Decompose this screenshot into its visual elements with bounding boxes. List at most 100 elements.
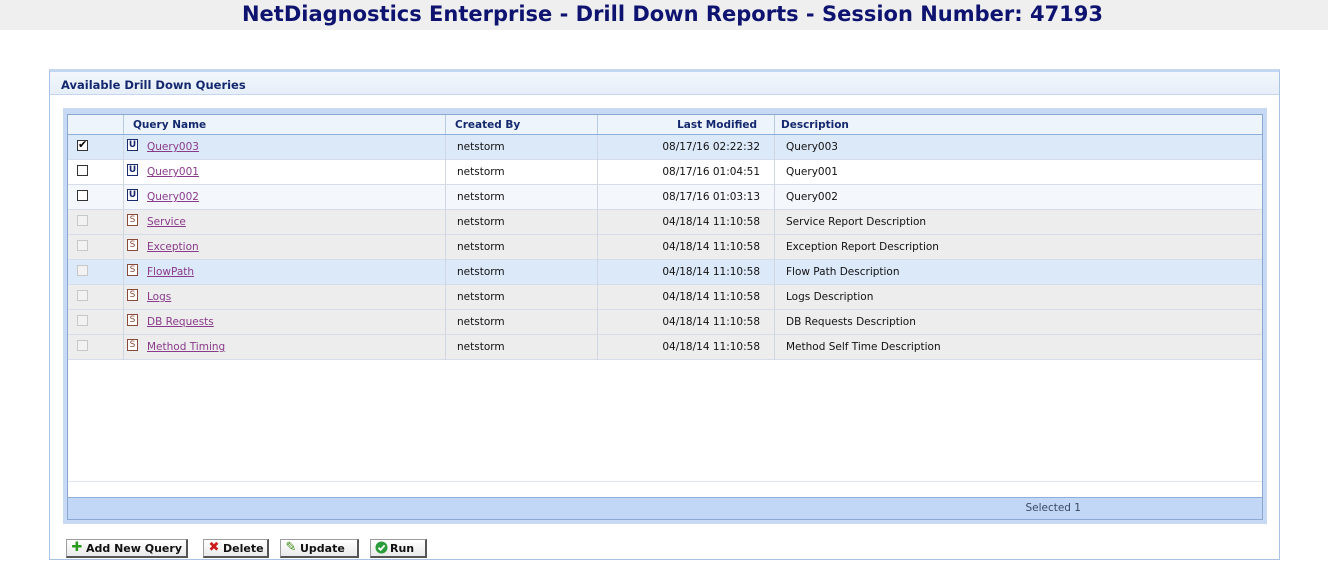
row-checkbox[interactable]: ✔ xyxy=(77,138,88,151)
created-by-cell: netstorm xyxy=(457,266,505,278)
drill-down-panel: Available Drill Down Queries Query Name … xyxy=(49,69,1280,560)
query-name-link[interactable]: Service xyxy=(147,210,186,234)
system-query-icon: S xyxy=(127,214,138,226)
last-modified-cell: 08/17/16 01:04:51 xyxy=(662,166,760,178)
grid-footer: Selected 1 xyxy=(68,481,1262,519)
cell-divider xyxy=(774,285,775,310)
title-bar: NetDiagnostics Enterprise - Drill Down R… xyxy=(0,0,1328,30)
checkmark-icon: ✔ xyxy=(78,138,88,151)
column-header-description[interactable]: Description xyxy=(781,115,849,134)
cell-divider xyxy=(445,285,446,310)
query-name-link[interactable]: Exception xyxy=(147,235,199,259)
column-header-created-by[interactable]: Created By xyxy=(455,115,520,134)
last-modified-cell: 08/17/16 02:22:32 xyxy=(662,141,760,153)
cell-divider xyxy=(774,160,775,185)
description-cell: Service Report Description xyxy=(786,216,927,228)
delete-label: Delete xyxy=(223,542,264,555)
last-modified-cell: 04/18/14 11:10:58 xyxy=(662,316,760,328)
system-query-icon: S xyxy=(127,339,138,351)
header-divider xyxy=(445,115,446,134)
footer-divider xyxy=(68,481,1262,482)
header-divider xyxy=(774,115,775,134)
row-checkbox xyxy=(77,290,88,301)
cell-divider xyxy=(123,235,124,260)
grid-container: Query Name Created By Last Modified Desc… xyxy=(63,108,1267,524)
update-label: Update xyxy=(300,542,345,555)
cell-divider xyxy=(445,235,446,260)
panel-title: Available Drill Down Queries xyxy=(61,78,246,92)
user-query-icon: U xyxy=(127,189,138,201)
page-title: NetDiagnostics Enterprise - Drill Down R… xyxy=(241,2,1104,26)
cell-divider xyxy=(774,310,775,335)
row-checkbox xyxy=(77,240,88,251)
query-name-link[interactable]: Logs xyxy=(147,285,171,309)
cell-divider xyxy=(445,135,446,160)
cell-divider xyxy=(123,260,124,285)
run-label: Run xyxy=(390,542,415,555)
system-query-icon: S xyxy=(127,264,138,276)
table-row[interactable]: S Logs netstorm 04/18/14 11:10:58 Logs Descr… xyxy=(68,285,1262,310)
system-query-icon: S xyxy=(127,239,138,251)
cell-divider xyxy=(445,260,446,285)
table-row[interactable]: S DB Requests netstorm 04/18/14 11:10:58 DB … xyxy=(68,310,1262,335)
column-header-last-modified[interactable]: Last Modified xyxy=(597,115,757,134)
query-name-link[interactable]: Method Timing xyxy=(147,335,225,359)
system-query-icon: S xyxy=(127,289,138,301)
user-query-icon: U xyxy=(127,164,138,176)
query-name-link[interactable]: FlowPath xyxy=(147,260,194,284)
row-checkbox xyxy=(77,315,88,326)
table-row[interactable]: ✔ U Query003 netstorm 08/17/16 02:22:32 Query… xyxy=(68,135,1262,160)
created-by-cell: netstorm xyxy=(457,191,505,203)
table-row[interactable]: S Method Timing netstorm 04/18/14 11:10:58 M… xyxy=(68,335,1262,360)
cell-divider xyxy=(123,310,124,335)
created-by-cell: netstorm xyxy=(457,141,505,153)
last-modified-cell: 04/18/14 11:10:58 xyxy=(662,266,760,278)
last-modified-cell: 04/18/14 11:10:58 xyxy=(662,216,760,228)
description-cell: Flow Path Description xyxy=(786,266,900,278)
cell-divider xyxy=(774,260,775,285)
last-modified-cell: 04/18/14 11:10:58 xyxy=(662,291,760,303)
last-modified-cell: 04/18/14 11:10:58 xyxy=(662,341,760,353)
cell-divider xyxy=(123,335,124,360)
cell-divider xyxy=(774,135,775,160)
row-checkbox xyxy=(77,215,88,226)
delete-button[interactable]: ✖ Delete xyxy=(203,539,269,558)
cell-divider xyxy=(445,310,446,335)
query-name-link[interactable]: Query001 xyxy=(147,160,199,184)
check-circle-icon xyxy=(374,541,388,555)
system-query-icon: S xyxy=(127,314,138,326)
cell-divider xyxy=(445,335,446,360)
queries-grid: Query Name Created By Last Modified Desc… xyxy=(67,114,1263,520)
column-header-query-name[interactable]: Query Name xyxy=(133,115,206,134)
row-checkbox[interactable] xyxy=(77,190,88,201)
pencil-icon: ✎ xyxy=(285,540,297,555)
description-cell: Method Self Time Description xyxy=(786,341,941,353)
cell-divider xyxy=(774,235,775,260)
created-by-cell: netstorm xyxy=(457,241,505,253)
row-checkbox[interactable] xyxy=(77,165,88,176)
table-row[interactable]: U Query002 netstorm 08/17/16 01:03:13 Query0… xyxy=(68,185,1262,210)
query-name-link[interactable]: DB Requests xyxy=(147,310,214,334)
query-name-link[interactable]: Query002 xyxy=(147,185,199,209)
created-by-cell: netstorm xyxy=(457,216,505,228)
last-modified-cell: 04/18/14 11:10:58 xyxy=(662,241,760,253)
table-row[interactable]: S Exception netstorm 04/18/14 11:10:58 Excep… xyxy=(68,235,1262,260)
description-cell: DB Requests Description xyxy=(786,316,916,328)
created-by-cell: netstorm xyxy=(457,166,505,178)
table-row[interactable]: S Service netstorm 04/18/14 11:10:58 Service… xyxy=(68,210,1262,235)
cell-divider xyxy=(123,285,124,310)
cell-divider xyxy=(774,335,775,360)
header-divider xyxy=(123,115,124,134)
description-cell: Query002 xyxy=(786,191,838,203)
query-name-link[interactable]: Query003 xyxy=(147,135,199,159)
table-row[interactable]: U Query001 netstorm 08/17/16 01:04:51 Query0… xyxy=(68,160,1262,185)
description-cell: Query001 xyxy=(786,166,838,178)
panel-header: Available Drill Down Queries xyxy=(50,72,1279,95)
cell-divider xyxy=(774,210,775,235)
add-new-query-button[interactable]: ✚ Add New Query xyxy=(66,539,188,558)
table-row[interactable]: S FlowPath netstorm 04/18/14 11:10:58 Flow P… xyxy=(68,260,1262,285)
plus-icon: ✚ xyxy=(71,540,83,555)
run-button[interactable]: Run xyxy=(370,539,427,558)
x-icon: ✖ xyxy=(208,540,220,555)
update-button[interactable]: ✎ Update xyxy=(280,539,359,558)
